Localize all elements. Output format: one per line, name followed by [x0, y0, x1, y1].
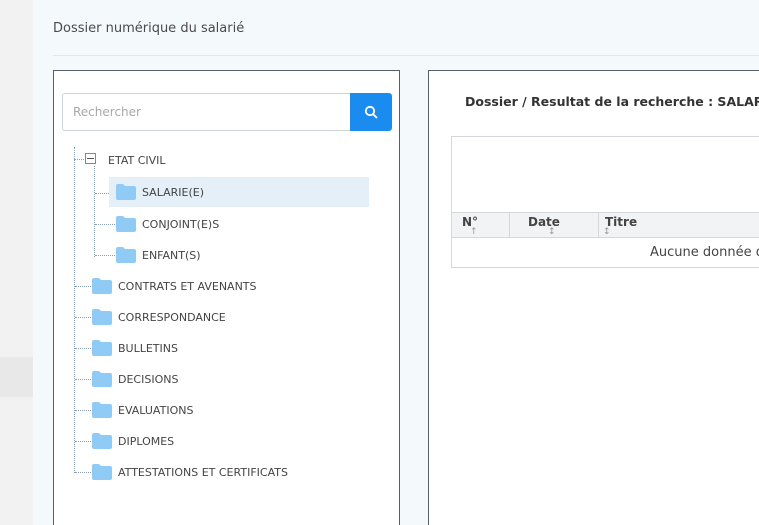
- column-number[interactable]: N° ↑: [462, 213, 478, 237]
- tree-node-salarie[interactable]: SALARIE(E): [109, 177, 369, 207]
- sort-icon[interactable]: ↕: [603, 228, 611, 237]
- folder-icon: [92, 309, 112, 325]
- tree-node-label: ETAT CIVIL: [108, 153, 166, 167]
- sidebar-active-item[interactable]: [0, 357, 33, 397]
- folder-icon: [116, 216, 136, 232]
- results-title: Dossier / Resultat de la recherche : SAL…: [465, 94, 759, 109]
- tree-node-label: SALARIE(E): [142, 185, 204, 199]
- main-content: Dossier numérique du salarié Rechercher …: [33, 0, 759, 525]
- tree-node-label: BULLETINS: [118, 341, 178, 355]
- tree-node-diplomes[interactable]: DIPLOMES: [92, 427, 174, 455]
- folder-tree-panel: ETAT CIVIL SALARIE(E) CONJOINT(E)S ENFAN…: [53, 70, 400, 525]
- results-panel: Dossier / Resultat de la recherche : SAL…: [428, 70, 759, 525]
- empty-message: Aucune donnée d: [650, 245, 759, 260]
- sort-icon[interactable]: ↕: [548, 228, 556, 237]
- folder-icon: [92, 402, 112, 418]
- minus-icon: [87, 158, 94, 159]
- folder-icon: [116, 184, 136, 200]
- tree-node-correspondance[interactable]: CORRESPONDANCE: [92, 303, 226, 331]
- tree-node-label: EVALUATIONS: [118, 403, 194, 417]
- folder-icon: [92, 340, 112, 356]
- tree-node-bulletins[interactable]: BULLETINS: [92, 334, 178, 362]
- sort-asc-icon[interactable]: ↑: [470, 228, 478, 237]
- folder-tree: ETAT CIVIL SALARIE(E) CONJOINT(E)S ENFAN…: [54, 71, 399, 525]
- results-grid: N° ↑ Date ↕ Titre ↕ Aucune donnée d: [451, 136, 759, 268]
- folder-icon: [92, 278, 112, 294]
- title-divider: [53, 55, 759, 56]
- folder-icon: [92, 464, 112, 480]
- folder-icon: [92, 371, 112, 387]
- grid-header: N° ↑ Date ↕ Titre ↕: [452, 212, 759, 238]
- tree-node-etat-civil[interactable]: ETAT CIVIL: [108, 146, 166, 174]
- tree-node-label: DIPLOMES: [118, 434, 175, 448]
- left-sidebar: [0, 0, 33, 525]
- tree-node-conjoints[interactable]: CONJOINT(E)S: [116, 210, 219, 238]
- page-title: Dossier numérique du salarié: [53, 21, 245, 36]
- tree-node-label: DECISIONS: [118, 372, 179, 386]
- tree-node-evaluations[interactable]: EVALUATIONS: [92, 396, 193, 424]
- tree-node-label: ENFANT(S): [142, 248, 201, 262]
- tree-node-label: ATTESTATIONS ET CERTIFICATS: [118, 465, 288, 479]
- column-date[interactable]: Date ↕: [528, 213, 560, 237]
- folder-icon: [116, 247, 136, 263]
- collapse-etat-civil-toggle[interactable]: [85, 153, 96, 164]
- tree-node-label: CONTRATS ET AVENANTS: [118, 279, 257, 293]
- column-title[interactable]: Titre ↕: [603, 213, 637, 237]
- tree-node-enfants[interactable]: ENFANT(S): [116, 241, 201, 269]
- folder-icon: [92, 433, 112, 449]
- tree-node-attestations[interactable]: ATTESTATIONS ET CERTIFICATS: [92, 458, 288, 486]
- tree-node-label: CONJOINT(E)S: [142, 217, 220, 231]
- tree-node-label: CORRESPONDANCE: [118, 310, 226, 324]
- tree-node-decisions[interactable]: DECISIONS: [92, 365, 178, 393]
- tree-node-contrats[interactable]: CONTRATS ET AVENANTS: [92, 272, 257, 300]
